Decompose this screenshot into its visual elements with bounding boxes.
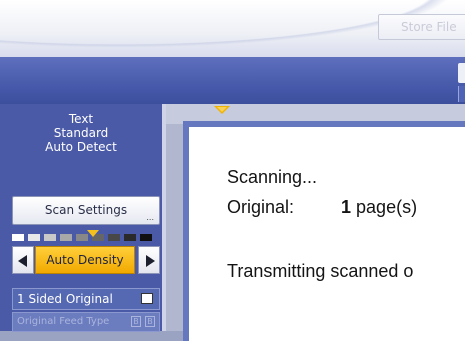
density-darker-button[interactable] [138, 246, 160, 274]
function-tab[interactable] [458, 63, 465, 83]
feed-type-icon: B [131, 316, 141, 327]
density-cell [140, 234, 152, 241]
density-cell [28, 234, 40, 241]
one-sided-page-icon [141, 293, 153, 304]
original-label: Original: [227, 197, 295, 217]
scanning-dialog: Scanning... Original: 1 page(s) Transmit… [183, 121, 465, 341]
page-count-unit: page(s) [356, 197, 418, 217]
scan-mode-line-detect: Auto Detect [45, 140, 117, 154]
transmitting-text: Transmitting scanned o [227, 261, 414, 281]
scan-mode-line-resolution: Standard [53, 126, 109, 140]
top-bar: Store File [0, 0, 465, 58]
scan-settings-label: Scan Settings [44, 203, 128, 217]
scanning-status-text: Scanning... [227, 167, 318, 187]
sided-original-label: 1 Sided Original [17, 292, 113, 306]
scan-settings-panel: Text Standard Auto Detect Scan Settings … [0, 104, 166, 332]
density-cell [12, 234, 24, 241]
density-pointer-icon [87, 230, 99, 237]
scan-mode-summary: Text Standard Auto Detect [0, 112, 162, 154]
page-count-row: 1 page(s) [341, 197, 417, 218]
auto-density-button[interactable]: Auto Density [35, 246, 135, 274]
sided-original-button[interactable]: 1 Sided Original [12, 288, 160, 310]
function-tab-lower[interactable] [458, 86, 465, 102]
page-count-value: 1 [341, 197, 352, 217]
function-bar [0, 57, 465, 104]
density-cell [60, 234, 72, 241]
density-control: Auto Density [12, 246, 160, 274]
density-scale [12, 230, 156, 244]
more-options-icon: ... [146, 213, 154, 222]
store-file-button[interactable]: Store File [378, 14, 465, 40]
density-cell [44, 234, 56, 241]
arrow-right-icon [146, 255, 155, 267]
density-lighter-button[interactable] [12, 246, 34, 274]
scan-settings-button[interactable]: Scan Settings ... [12, 196, 160, 225]
original-feed-type-label: Original Feed Type [17, 316, 110, 327]
density-cell [124, 234, 136, 241]
position-marker-icon-inner [217, 107, 227, 112]
density-cell [108, 234, 120, 241]
scan-mode-line-type: Text [68, 112, 94, 126]
feed-type-icon: B [145, 316, 155, 327]
arrow-left-icon [18, 255, 27, 267]
original-feed-type-button[interactable]: Original Feed Type B B [12, 312, 160, 332]
